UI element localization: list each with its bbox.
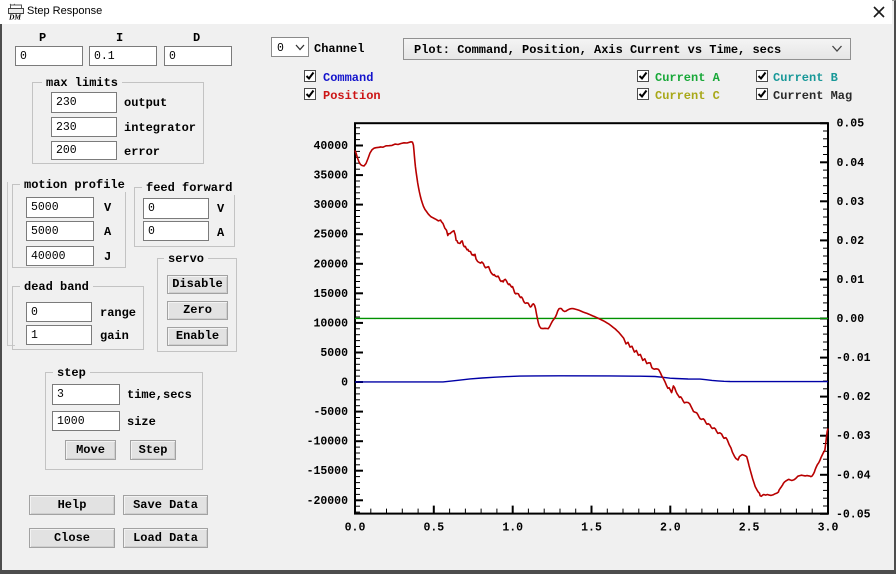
svg-text:0: 0 bbox=[341, 377, 348, 390]
svg-text:2.5: 2.5 bbox=[739, 522, 760, 535]
svg-text:-0.03: -0.03 bbox=[836, 430, 871, 443]
svg-text:0.05: 0.05 bbox=[837, 118, 865, 131]
svg-text:0.04: 0.04 bbox=[837, 157, 865, 170]
svg-text:0.00: 0.00 bbox=[837, 313, 865, 326]
svg-text:35000: 35000 bbox=[313, 170, 348, 183]
svg-text:2.0: 2.0 bbox=[660, 522, 681, 535]
svg-text:3.0: 3.0 bbox=[818, 522, 839, 535]
svg-text:-20000: -20000 bbox=[307, 495, 349, 508]
svg-text:0.5: 0.5 bbox=[423, 522, 444, 535]
svg-text:0.02: 0.02 bbox=[837, 235, 865, 248]
svg-text:0.01: 0.01 bbox=[837, 274, 865, 287]
svg-text:20000: 20000 bbox=[313, 258, 348, 271]
svg-text:-0.01: -0.01 bbox=[836, 352, 871, 365]
svg-text:0.03: 0.03 bbox=[837, 196, 865, 209]
svg-text:30000: 30000 bbox=[313, 199, 348, 212]
svg-text:1.0: 1.0 bbox=[502, 522, 523, 535]
svg-text:-0.04: -0.04 bbox=[836, 469, 871, 482]
svg-text:-10000: -10000 bbox=[307, 436, 349, 449]
svg-text:25000: 25000 bbox=[313, 229, 348, 242]
svg-text:-0.05: -0.05 bbox=[836, 508, 871, 521]
svg-text:40000: 40000 bbox=[313, 140, 348, 153]
svg-text:-0.02: -0.02 bbox=[836, 391, 871, 404]
svg-text:0.0: 0.0 bbox=[345, 522, 366, 535]
svg-text:5000: 5000 bbox=[320, 347, 348, 360]
svg-text:1.5: 1.5 bbox=[581, 522, 602, 535]
svg-text:-15000: -15000 bbox=[307, 465, 349, 478]
svg-text:-5000: -5000 bbox=[313, 406, 348, 419]
svg-text:15000: 15000 bbox=[313, 288, 348, 301]
svg-text:10000: 10000 bbox=[313, 317, 348, 330]
